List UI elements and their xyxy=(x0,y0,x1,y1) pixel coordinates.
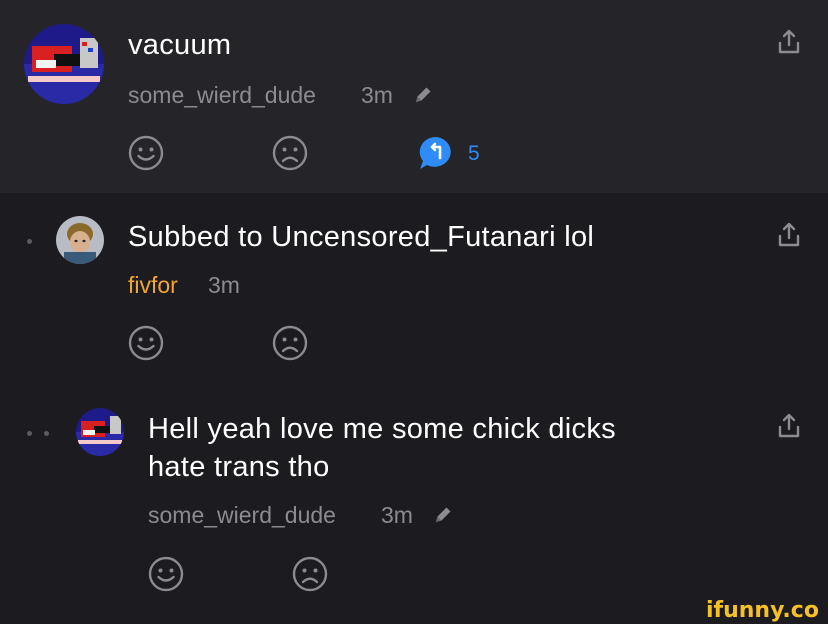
thread-depth-dot xyxy=(27,239,32,244)
comment-text-line-2: hate trans tho xyxy=(148,451,330,483)
avatar[interactable] xyxy=(76,408,124,456)
pencil-icon xyxy=(416,87,431,102)
comment-text-line-1: Hell yeah love me some chick dicks xyxy=(148,413,616,445)
smile-icon[interactable] xyxy=(148,556,184,592)
frown-icon[interactable] xyxy=(272,135,308,171)
comment-text: vacuum xyxy=(128,29,232,61)
share-icon[interactable] xyxy=(776,221,802,249)
frown-icon[interactable] xyxy=(292,556,328,592)
smile-icon[interactable] xyxy=(128,325,164,361)
thread-depth-dot xyxy=(27,431,32,436)
reply-bubble-icon[interactable] xyxy=(418,135,456,171)
comment-username[interactable]: some_wierd_dude xyxy=(128,82,316,109)
pencil-icon xyxy=(436,507,451,522)
comment-time: 3m xyxy=(208,272,240,298)
smile-icon[interactable] xyxy=(128,135,164,171)
comment-time: 3m xyxy=(381,502,413,528)
thread-depth-dot xyxy=(44,431,49,436)
reply-count[interactable]: 5 xyxy=(468,142,480,166)
comment-time: 3m xyxy=(361,82,393,108)
ifunny-watermark: ifunny.co xyxy=(706,598,819,623)
frown-icon[interactable] xyxy=(272,325,308,361)
share-icon[interactable] xyxy=(776,412,802,440)
share-icon[interactable] xyxy=(776,28,802,56)
avatar[interactable] xyxy=(24,24,104,104)
comment-text: Subbed to Uncensored_Futanari lol xyxy=(128,221,595,253)
avatar[interactable] xyxy=(56,216,104,264)
comment-username[interactable]: fivfor xyxy=(128,272,178,299)
comment-username[interactable]: some_wierd_dude xyxy=(148,502,336,529)
